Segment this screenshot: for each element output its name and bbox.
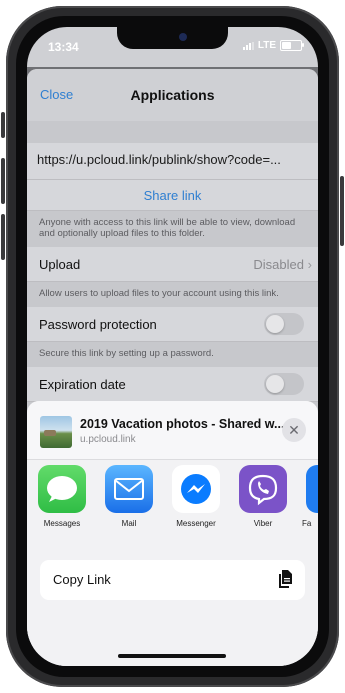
password-note: Secure this link by setting up a passwor… xyxy=(27,342,318,367)
app-label: Mail xyxy=(121,519,137,528)
camera-icon xyxy=(179,33,187,41)
network-label: LTE xyxy=(257,40,276,51)
photo-thumbnail xyxy=(40,416,72,448)
mute-switch xyxy=(1,112,5,138)
share-apps-row: Messages Mail Messenger Viber Fa xyxy=(27,465,318,547)
battery-icon xyxy=(280,40,304,51)
volume-down-button xyxy=(1,214,5,260)
share-link-note: Anyone with access to this link will be … xyxy=(27,211,318,247)
share-sheet-subtitle: u.pcloud.link xyxy=(80,434,136,445)
share-app-more[interactable]: Fa xyxy=(302,465,318,528)
upload-label: Upload xyxy=(39,257,81,272)
app-icon xyxy=(306,465,318,513)
side-button xyxy=(340,176,344,246)
share-app-mail[interactable]: Mail xyxy=(101,465,157,528)
app-label: Fa xyxy=(302,519,312,528)
password-row: Password protection xyxy=(27,307,318,342)
page-title: Applications xyxy=(130,87,215,103)
status-time: 13:34 xyxy=(48,40,79,54)
share-app-viber[interactable]: Viber xyxy=(235,465,291,528)
signal-icon xyxy=(242,41,254,50)
copy-link-label: Copy Link xyxy=(53,572,111,587)
link-url: https://u.pcloud.link/publink/show?code=… xyxy=(37,152,281,167)
password-label: Password protection xyxy=(39,317,157,332)
home-indicator xyxy=(118,654,226,658)
upload-value: Disabled xyxy=(253,257,304,272)
volume-up-button xyxy=(1,158,5,204)
viber-icon xyxy=(239,465,287,513)
mail-icon xyxy=(105,465,153,513)
notch xyxy=(117,27,228,49)
share-sheet-title: 2019 Vacation photos - Shared w... xyxy=(80,417,285,431)
copy-link-button[interactable]: Copy Link xyxy=(40,560,305,600)
link-url-cell[interactable]: https://u.pcloud.link/publink/show?code=… xyxy=(27,143,318,180)
toggle-knob xyxy=(266,315,284,333)
share-link-button[interactable]: Share link xyxy=(27,180,318,211)
expiration-toggle[interactable] xyxy=(264,373,304,395)
copy-icon xyxy=(279,570,292,588)
chevron-right-icon: › xyxy=(307,257,312,272)
app-label: Viber xyxy=(253,519,273,528)
messenger-icon xyxy=(172,465,220,513)
share-sheet: 2019 Vacation photos - Shared w... u.pcl… xyxy=(27,401,318,666)
close-icon[interactable]: ✕ xyxy=(282,418,306,442)
password-toggle[interactable] xyxy=(264,313,304,335)
share-app-messages[interactable]: Messages xyxy=(34,465,90,528)
phone-screen: Close Applications https://u.pcloud.link… xyxy=(27,27,318,666)
upload-row[interactable]: Upload Disabled › xyxy=(27,247,318,282)
app-label: Messenger xyxy=(176,519,216,528)
toggle-knob xyxy=(266,375,284,393)
expiration-label: Expiration date xyxy=(39,377,126,392)
status-indicators: LTE xyxy=(242,40,304,51)
expiration-row: Expiration date xyxy=(27,367,318,402)
app-label: Messages xyxy=(43,519,81,528)
phone-device: Close Applications https://u.pcloud.link… xyxy=(0,0,345,693)
share-sheet-header: 2019 Vacation photos - Shared w... u.pcl… xyxy=(27,401,318,460)
messages-icon xyxy=(38,465,86,513)
share-app-messenger[interactable]: Messenger xyxy=(168,465,224,528)
nav-bar: Close Applications xyxy=(27,69,318,121)
share-link-label: Share link xyxy=(143,188,202,203)
upload-note: Allow users to upload files to your acco… xyxy=(27,282,318,307)
